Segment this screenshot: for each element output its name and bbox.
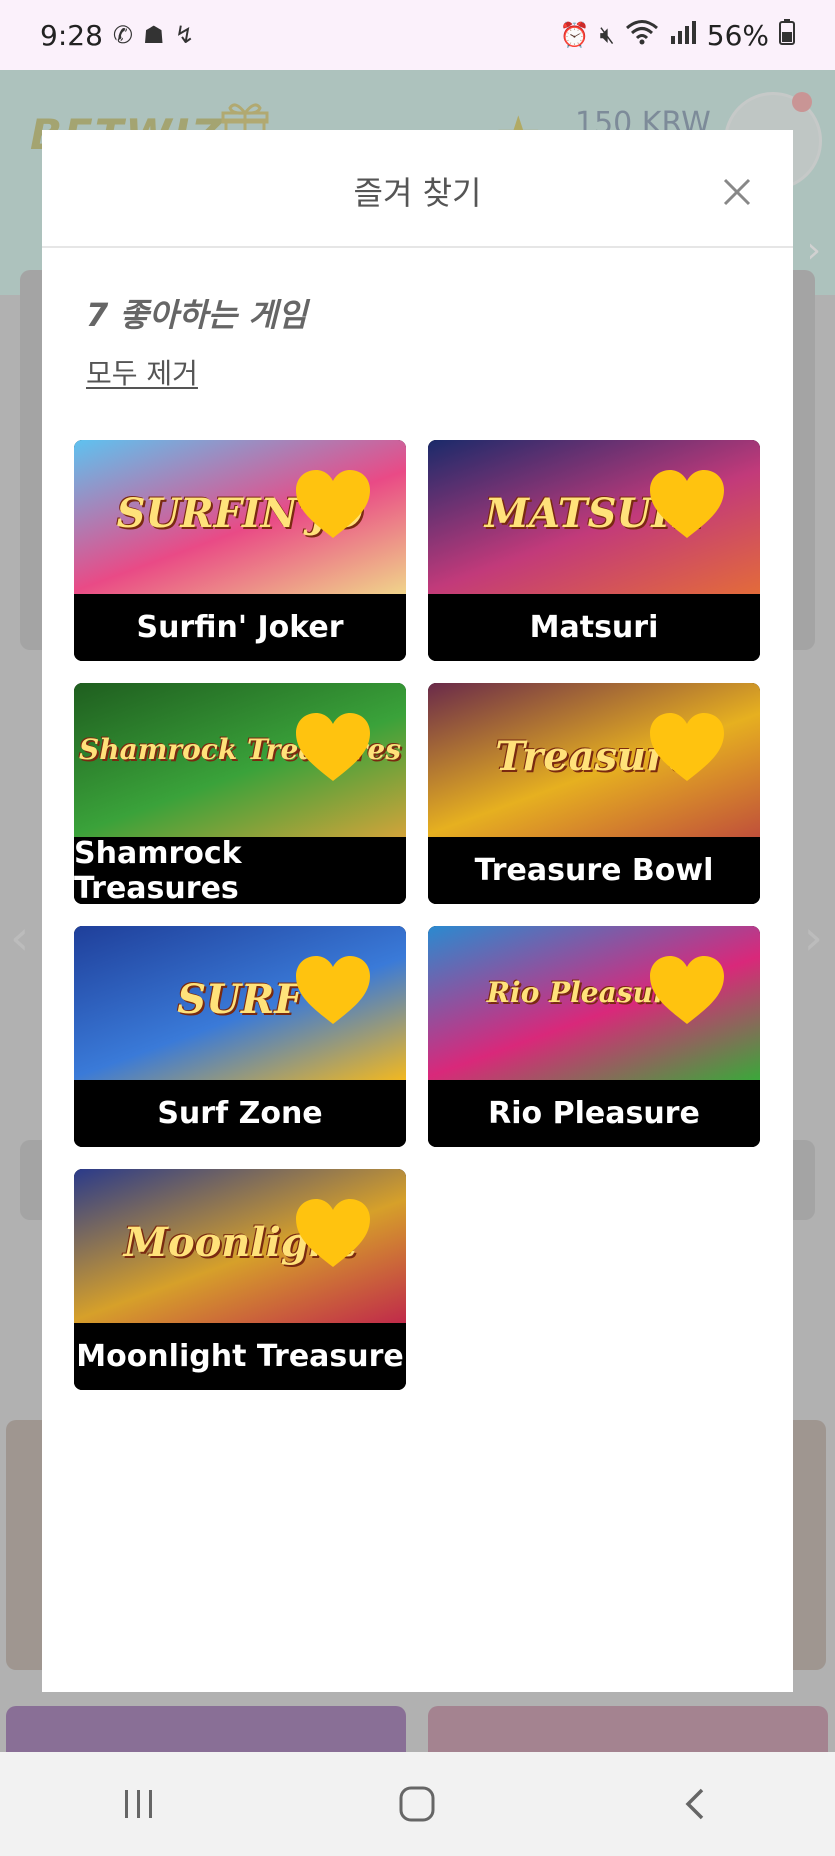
favorite-heart-icon[interactable] [294, 1197, 372, 1269]
navigation-bar [0, 1752, 835, 1856]
game-card[interactable]: Treasure Treasure Bowl [428, 683, 760, 904]
game-card[interactable]: SURF Surf Zone [74, 926, 406, 1147]
game-card[interactable]: SURFIN'JO Surfin' Joker [74, 440, 406, 661]
favorite-heart-icon[interactable] [294, 468, 372, 540]
favorite-heart-icon[interactable] [294, 711, 372, 783]
close-icon[interactable] [717, 172, 757, 212]
status-bar: 9:28 ✆ ☗ ↯ ⏰ 🔇︎ 56% [0, 0, 835, 70]
game-name: Surfin' Joker [74, 594, 406, 661]
signal-icon [669, 20, 697, 50]
battery-percent: 56% [706, 18, 769, 52]
game-card[interactable]: MATSURI Matsuri [428, 440, 760, 661]
home-icon[interactable] [377, 1774, 457, 1834]
game-name: Surf Zone [74, 1080, 406, 1147]
status-time: 9:28 [40, 18, 103, 52]
game-name: Rio Pleasure [428, 1080, 760, 1147]
missed-call-icon: ↯ [174, 21, 195, 49]
favorites-grid: SURFIN'JO Surfin' Joker MATSURI Matsuri Sham… [74, 440, 762, 1390]
alarm-icon: ⏰ [559, 21, 590, 49]
favorites-modal: 즐겨 찾기 7 좋아하는 게임 모두 제거 SURFIN'JO Surfin' J… [42, 130, 793, 1692]
mute-icon: 🔇︎ [599, 21, 615, 49]
favorite-heart-icon[interactable] [648, 954, 726, 1026]
back-icon[interactable] [656, 1774, 736, 1834]
clear-all-link[interactable]: 모두 제거 [86, 352, 198, 392]
game-card[interactable]: Moonlight Moonlight Treasure [74, 1169, 406, 1390]
game-name: Matsuri [428, 594, 760, 661]
game-name: Shamrock Treasures [74, 836, 406, 904]
bixby-icon: ☗ [143, 21, 165, 49]
favorite-heart-icon[interactable] [648, 468, 726, 540]
favorite-heart-icon[interactable] [294, 954, 372, 1026]
phone-call-icon: ✆ [112, 21, 133, 49]
modal-title: 즐겨 찾기 [353, 174, 482, 212]
favorite-heart-icon[interactable] [648, 711, 726, 783]
favorites-count: 7 좋아하는 게임 [86, 296, 308, 334]
game-card[interactable]: Shamrock Treasures Shamrock Treasures [74, 683, 406, 904]
game-name: Moonlight Treasure [74, 1323, 406, 1390]
game-name: Treasure Bowl [428, 837, 760, 904]
recents-icon[interactable] [99, 1774, 179, 1834]
battery-icon [779, 19, 795, 51]
wifi-icon [625, 19, 659, 51]
divider [42, 246, 793, 248]
game-card[interactable]: Rio Pleasures Rio Pleasure [428, 926, 760, 1147]
